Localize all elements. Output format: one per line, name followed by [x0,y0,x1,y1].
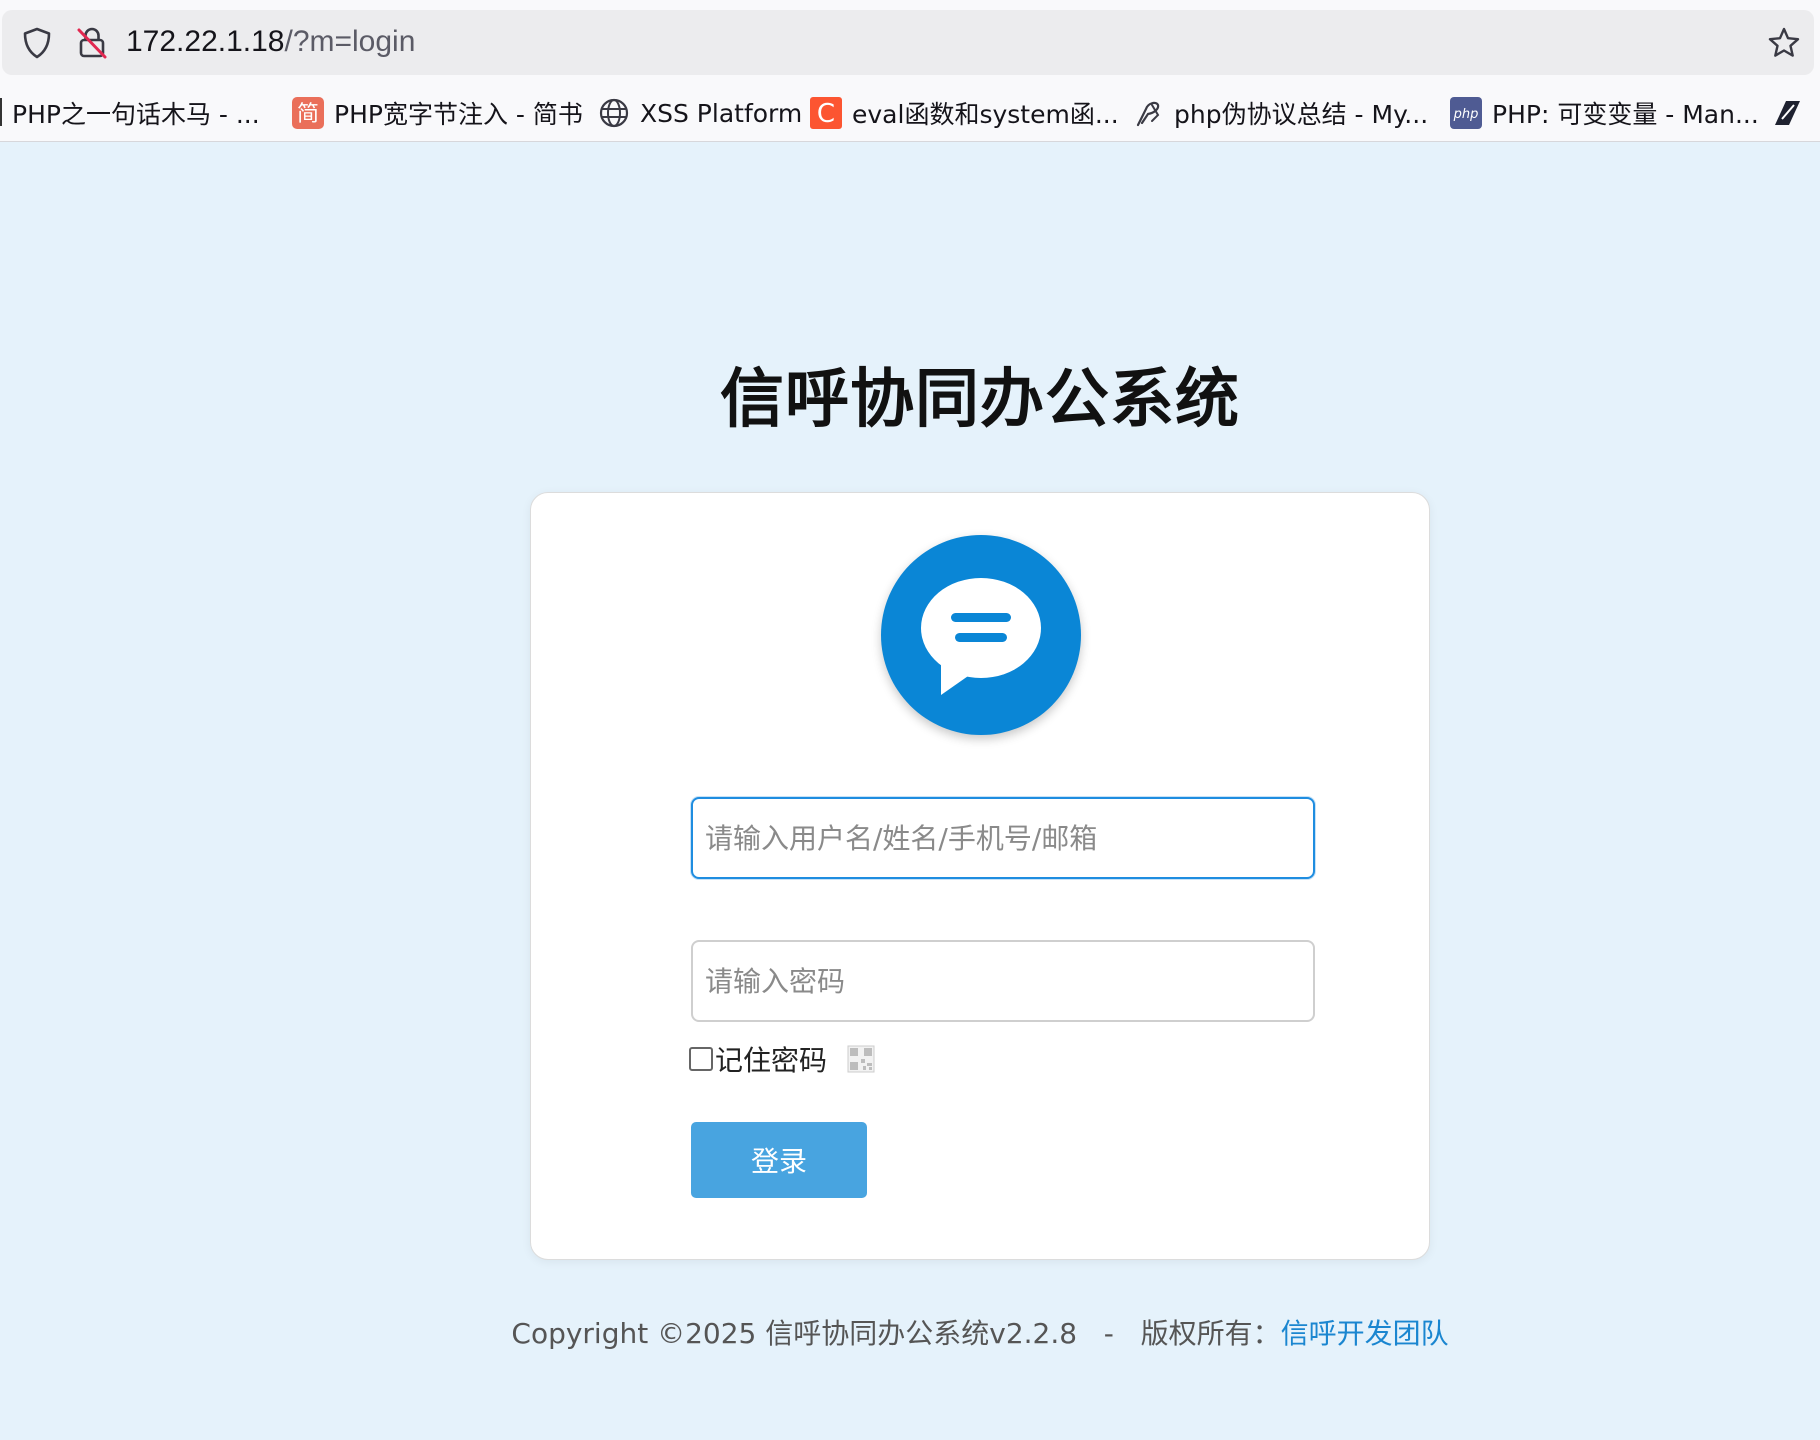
bookmark-label: XSS Platform [640,98,803,128]
footer-copyright: Copyright ©2025 信呼协同办公系统v2.2.8 - 版权所有： [511,1317,1281,1350]
zhihu-icon [1775,101,1800,125]
bookmark-item[interactable]: XSS Platform [598,92,802,134]
globe-icon [599,98,629,128]
url-path: /?m=login [284,25,416,58]
bookmark-item[interactable]: 简 PHP宽字节注入 - 简书 [292,92,583,134]
feather-icon [1136,101,1160,127]
remember-checkbox[interactable] [689,1047,713,1071]
bookmark-star-icon[interactable] [1766,25,1802,61]
php-icon: php [1450,97,1482,129]
svg-text:简: 简 [297,102,319,127]
bookmark-label: PHP宽字节注入 - 简书 [334,100,583,129]
chat-logo [881,535,1081,735]
address-bar[interactable]: 172.22.1.18/?m=login [2,10,1814,75]
url-host: 172.22.1.18 [126,25,285,58]
login-card: 记住密码 登录 [530,492,1430,1260]
bookmark-item[interactable]: php伪协议总结 - My... [1132,92,1428,134]
jianshu-icon: 简 [292,97,324,129]
bookmark-item[interactable] [1772,92,1814,134]
qr-code-icon[interactable] [847,1045,875,1073]
insecure-lock-icon[interactable] [74,25,110,61]
url-text[interactable]: 172.22.1.18/?m=login [126,22,415,62]
bookmark-item[interactable]: php PHP: 可变变量 - Man... [1450,92,1759,134]
bookmark-label: PHP: 可变变量 - Man... [1492,100,1759,129]
page-title: 信呼协同办公系统 [720,363,1240,437]
shield-icon[interactable] [20,26,54,60]
svg-text:C: C [817,99,835,129]
csdn-icon: C [810,97,842,129]
remember-label: 记住密码 [715,1044,828,1077]
password-input[interactable] [691,940,1315,1022]
bookmark-item[interactable]: C eval函数和system函... [810,92,1119,134]
bookmark-label: PHP之一句话木马 - ... [12,100,260,129]
footer: Copyright ©2025 信呼协同办公系统v2.2.8 - 版权所有：信呼… [0,1312,1820,1352]
chat-bubble-icon [921,578,1041,695]
browser-toolbar: 172.22.1.18/?m=login PHP之一句话木马 - ... 简 P… [0,0,1820,142]
username-input[interactable] [691,797,1315,879]
bookmarks-bar: PHP之一句话木马 - ... 简 PHP宽字节注入 - 简书 XSS Plat… [0,92,1820,134]
footer-team-link[interactable]: 信呼开发团队 [1281,1317,1449,1350]
svg-text:php: php [1453,107,1479,122]
bookmark-label: eval函数和system函... [852,100,1119,129]
bookmark-item[interactable]: PHP之一句话木马 - ... [12,92,260,134]
remember-password[interactable]: 记住密码 [689,1041,875,1077]
bookmark-label: php伪协议总结 - My... [1174,100,1429,129]
login-button[interactable]: 登录 [691,1122,867,1198]
